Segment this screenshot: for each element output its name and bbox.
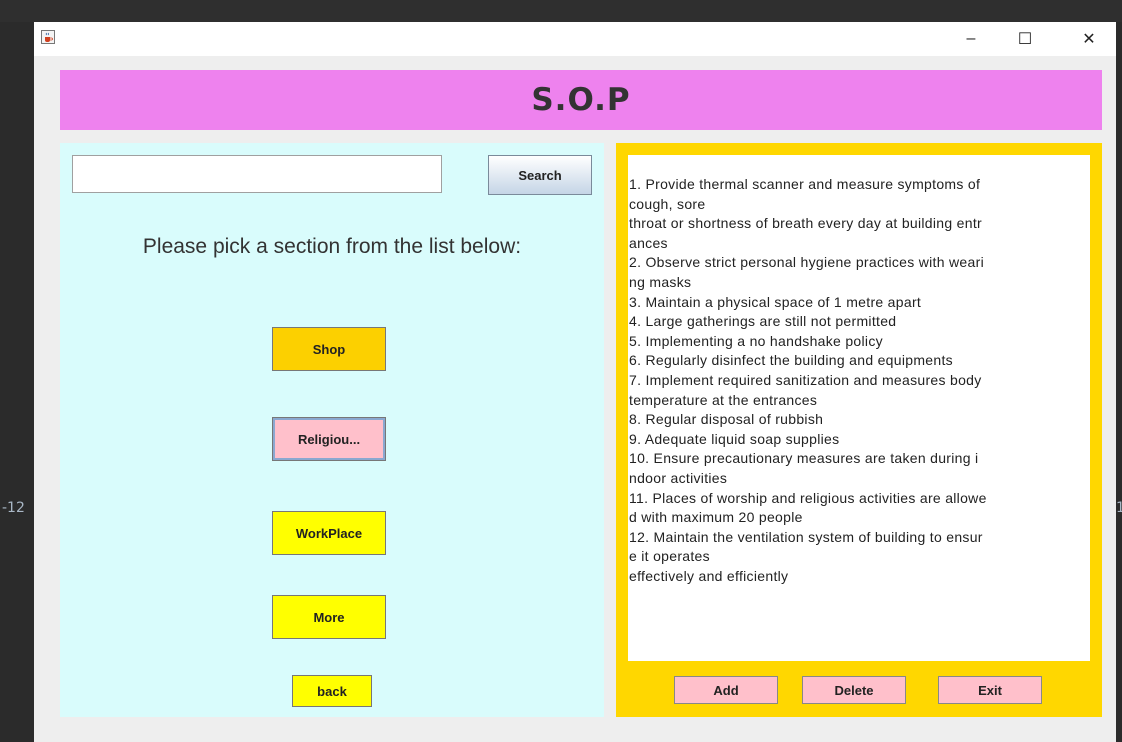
sop-panel: 1. Provide thermal scanner and measure s… <box>616 143 1102 717</box>
sop-text-line: cough, sore <box>629 195 706 212</box>
sop-text-line: d with maximum 20 people <box>629 509 803 526</box>
sop-text-line: 6. Regularly disinfect the building and … <box>629 352 953 369</box>
header-banner: S.O.P <box>60 70 1102 130</box>
sop-text-line: ances <box>629 234 668 251</box>
title-bar[interactable]: – ☐ ✕ <box>34 22 1116 56</box>
sop-text-line: temperature at the entrances <box>629 391 818 408</box>
delete-button[interactable]: Delete <box>802 676 906 704</box>
app-window: – ☐ ✕ S.O.P Search Please pick a section… <box>34 22 1116 742</box>
close-icon[interactable]: ✕ <box>1066 24 1112 54</box>
add-button[interactable]: Add <box>674 676 778 704</box>
java-cup-icon[interactable] <box>41 30 55 44</box>
minimize-icon[interactable]: – <box>948 24 994 54</box>
sop-text-line: e it operates <box>629 548 710 565</box>
section-prompt: Please pick a section from the list belo… <box>142 235 522 258</box>
background-line-number: -12 <box>2 500 25 516</box>
sop-text-line: 4. Large gatherings are still not permit… <box>629 313 897 330</box>
sop-text-line: 7. Implement required sanitization and m… <box>629 371 982 388</box>
sop-text-line: 5. Implementing a no handshake policy <box>629 332 883 349</box>
sop-text-line: 2. Observe strict personal hygiene pract… <box>629 254 984 271</box>
sop-text-line: 1. Provide thermal scanner and measure s… <box>629 176 981 192</box>
sop-text-line: ndoor activities <box>629 469 728 486</box>
workplace-button[interactable]: WorkPlace <box>272 511 386 555</box>
search-input[interactable] <box>72 155 442 193</box>
sop-text-line: 11. Places of worship and religious acti… <box>629 489 987 506</box>
sop-text-area[interactable]: 1. Provide thermal scanner and measure s… <box>628 155 1090 661</box>
maximize-icon[interactable]: ☐ <box>1002 24 1048 54</box>
search-button[interactable]: Search <box>488 155 592 195</box>
sop-text-line: 9. Adequate liquid soap supplies <box>629 430 840 447</box>
sop-text-line: 12. Maintain the ventilation system of b… <box>629 528 983 545</box>
shop-button[interactable]: Shop <box>272 327 386 371</box>
section-panel: Search Please pick a section from the li… <box>60 143 604 717</box>
sop-text-line: 3. Maintain a physical space of 1 metre … <box>629 293 922 310</box>
background-ide-strip <box>0 0 1122 22</box>
sop-text-line: throat or shortness of breath every day … <box>629 215 982 232</box>
exit-button[interactable]: Exit <box>938 676 1042 704</box>
more-button[interactable]: More <box>272 595 386 639</box>
sop-text-line: ng masks <box>629 273 692 290</box>
religious-button[interactable]: Religiou... <box>272 417 386 461</box>
sop-text-line: effectively and efficiently <box>629 567 789 584</box>
page-title: S.O.P <box>531 82 631 118</box>
sop-text-line: 10. Ensure precautionary measures are ta… <box>629 450 979 467</box>
back-button[interactable]: back <box>292 675 372 707</box>
background-edge-glyph: 1 <box>1116 500 1122 516</box>
sop-text-line: 8. Regular disposal of rubbish <box>629 411 824 428</box>
